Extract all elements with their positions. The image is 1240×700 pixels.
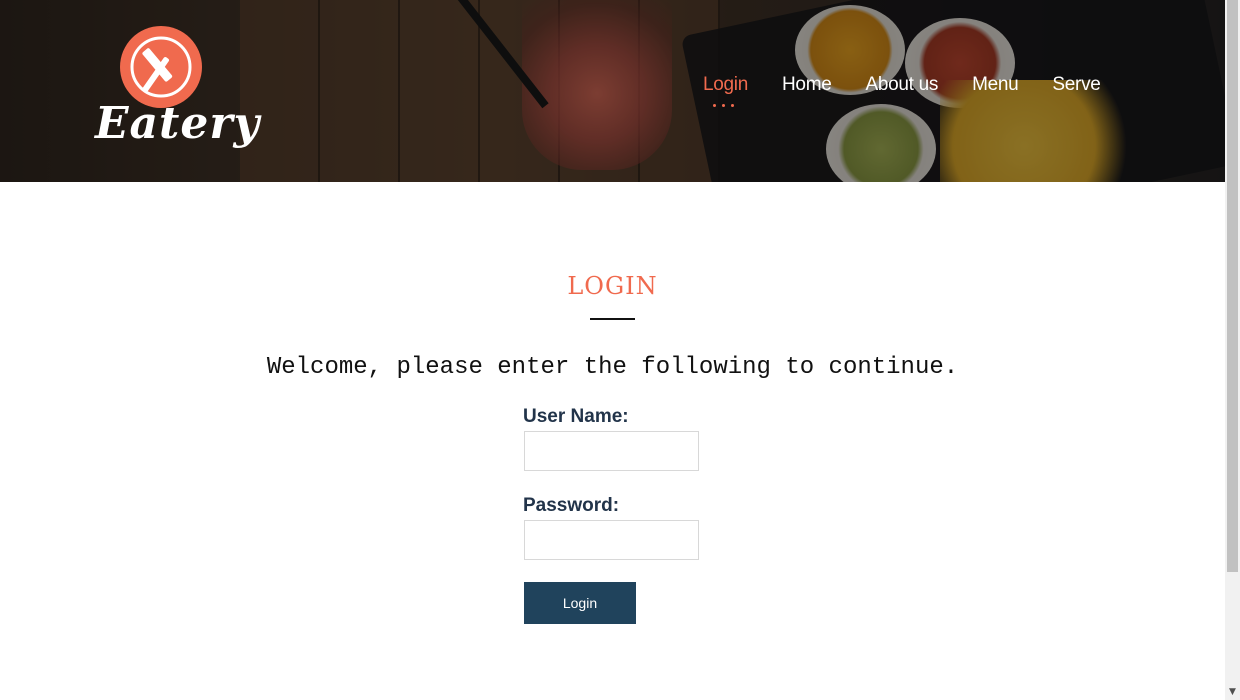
nav-about-us[interactable]: About us xyxy=(865,74,938,96)
nav-menu[interactable]: Menu xyxy=(972,74,1019,96)
password-label: Password: xyxy=(523,495,620,516)
eatery-logo[interactable]: Eatery xyxy=(95,26,259,156)
page-scrollbar[interactable]: ▼ xyxy=(1225,0,1240,700)
nav-home[interactable]: Home xyxy=(782,74,832,96)
active-indicator-dots xyxy=(713,104,734,107)
nav-label: Menu xyxy=(972,74,1019,95)
nav-label: About us xyxy=(865,74,939,95)
hero-header: Eatery Login Home About us Menu Serve xyxy=(0,0,1225,182)
logo-emblem xyxy=(120,26,202,108)
main-nav: Login Home About us Menu Serve xyxy=(703,74,1101,107)
nav-label: Serve xyxy=(1052,74,1101,95)
password-input[interactable] xyxy=(524,520,699,560)
scroll-down-arrow-icon[interactable]: ▼ xyxy=(1225,685,1240,700)
knife-fork-icon xyxy=(130,36,192,98)
title-divider xyxy=(590,318,635,320)
nav-label: Home xyxy=(782,74,832,95)
nav-serve[interactable]: Serve xyxy=(1052,74,1100,96)
nav-label: Login xyxy=(703,74,748,95)
page-title: LOGIN xyxy=(567,272,658,300)
login-button[interactable]: Login xyxy=(524,582,636,624)
welcome-message: Welcome, please enter the following to c… xyxy=(266,354,959,381)
username-label: User Name: xyxy=(523,406,629,427)
logo-wordmark: Eatery xyxy=(95,98,261,149)
nav-login[interactable]: Login xyxy=(703,74,748,107)
username-input[interactable] xyxy=(524,431,699,471)
scrollbar-thumb[interactable] xyxy=(1227,0,1238,572)
